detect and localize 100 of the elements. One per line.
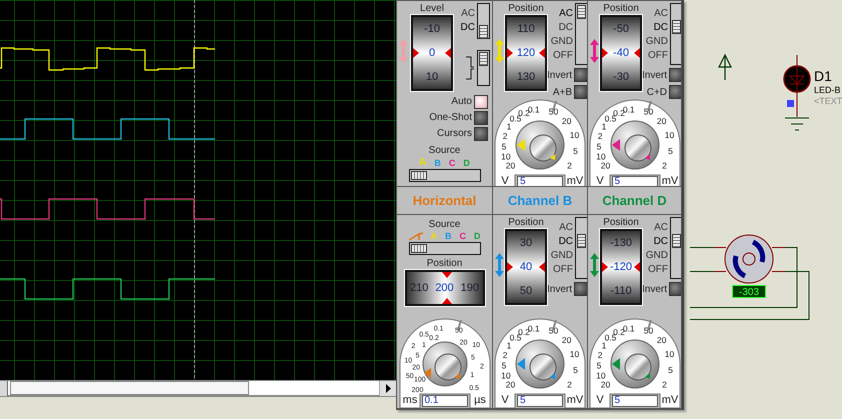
position-label: Position xyxy=(508,217,544,229)
toggle-button[interactable] xyxy=(574,85,587,99)
position-drum[interactable]: -130 -120 -110 xyxy=(600,229,642,305)
coupling-label: OFF xyxy=(648,264,668,275)
coupling-switch[interactable] xyxy=(575,217,587,279)
button-label: Invert xyxy=(642,284,668,294)
value-field[interactable]: 5 xyxy=(517,176,563,186)
coupling-switch[interactable] xyxy=(670,217,681,279)
dial-scale-label: 10 xyxy=(570,130,580,140)
marker-icon xyxy=(413,48,419,58)
toggle-button[interactable] xyxy=(574,282,587,296)
source-label: Source xyxy=(428,219,460,231)
dial-scale-label: 0.5 xyxy=(510,114,522,124)
marker-icon xyxy=(539,262,545,272)
position-drum[interactable]: -50 -40 -30 xyxy=(600,15,642,91)
dial-scale-label: 2 xyxy=(662,380,666,390)
coupling-label: AC xyxy=(559,8,574,19)
switch-thumb[interactable] xyxy=(672,20,681,34)
source-option: C xyxy=(448,158,456,168)
scroll-left-button[interactable] xyxy=(0,380,8,396)
dial-scale-label: 10 xyxy=(501,370,511,380)
toggle-button[interactable] xyxy=(669,68,681,82)
scrollbar-thumb[interactable] xyxy=(10,381,249,395)
scroll-right-button[interactable] xyxy=(379,380,396,396)
dial-scale-label: 10 xyxy=(501,151,511,162)
drum-scale-label: -40 xyxy=(613,47,629,59)
drum-scale-label: 130 xyxy=(516,71,536,83)
slider-thumb[interactable] xyxy=(410,244,426,253)
toggle-button[interactable] xyxy=(474,110,488,124)
position-label: Position xyxy=(603,3,639,15)
marker-icon xyxy=(442,298,452,304)
dial-scale-label: 10 xyxy=(664,130,674,140)
toggle-button[interactable] xyxy=(474,126,488,140)
source-option: C xyxy=(460,231,466,241)
position-drum[interactable]: 210 200 190 xyxy=(404,270,484,306)
button-label: Invert xyxy=(547,70,572,80)
drum-scale-label: -30 xyxy=(613,71,629,83)
coupling-switch[interactable] xyxy=(575,3,587,65)
drum-scale-label: 120 xyxy=(516,47,536,59)
dial-scale-label: 1 xyxy=(506,122,512,132)
unit-label: mV xyxy=(661,394,678,406)
marker-icon xyxy=(445,48,451,58)
slider-thumb[interactable] xyxy=(410,171,426,180)
drum-scale-label: 110 xyxy=(517,23,535,35)
dial-scale-label: 5 xyxy=(573,146,578,156)
toggle-button[interactable] xyxy=(669,282,681,296)
coupling-label: DC xyxy=(558,236,574,247)
dial-scale-label: 5 xyxy=(596,360,601,370)
button-label: One-Shot xyxy=(429,112,472,123)
led-symbol[interactable] xyxy=(783,65,811,93)
level-drum[interactable]: -10 0 10 xyxy=(411,15,453,91)
source-slider[interactable] xyxy=(408,169,480,182)
section-title: Channel B xyxy=(493,187,587,215)
value-field[interactable]: 0.1 xyxy=(422,395,468,407)
edge-switch[interactable] xyxy=(477,50,490,86)
marker-icon xyxy=(634,48,640,58)
motor-symbol[interactable] xyxy=(714,234,786,284)
drum-scale-label: 40 xyxy=(520,261,532,273)
dial-scale-label: 5 xyxy=(596,141,601,152)
toggle-button[interactable] xyxy=(669,85,681,99)
unit-label: V xyxy=(596,175,604,186)
button-label: Invert xyxy=(547,284,572,294)
switch-thumb[interactable] xyxy=(479,52,488,66)
knob[interactable] xyxy=(610,340,659,388)
toggle-button[interactable] xyxy=(474,94,488,108)
dial-scale-label: 5 xyxy=(573,364,578,375)
value-field[interactable]: 5 xyxy=(612,395,658,407)
coupling-switch[interactable] xyxy=(670,3,681,65)
dial-scale-label: 0.1 xyxy=(528,104,540,115)
coupling-label: OFF xyxy=(553,264,574,275)
drum-scale-label: -10 xyxy=(424,23,440,35)
double-arrow-icon xyxy=(495,39,504,63)
value-field[interactable]: 5 xyxy=(517,395,563,407)
dial-scale-label: 2 xyxy=(597,350,602,360)
coupling-switch[interactable] xyxy=(477,3,490,39)
dial-scale-label: 20 xyxy=(600,380,610,390)
switch-thumb[interactable] xyxy=(672,234,681,248)
position-drum[interactable]: 30 40 50 xyxy=(505,229,547,305)
source-slider[interactable] xyxy=(408,242,480,255)
drum-scale-label: -130 xyxy=(610,237,632,249)
coupling-label: GND xyxy=(550,36,574,47)
dial-scale-label: 20 xyxy=(506,160,516,171)
horizontal-scrollbar[interactable] xyxy=(0,380,396,397)
position-drum[interactable]: 110 120 130 xyxy=(505,15,547,91)
toggle-button[interactable] xyxy=(574,68,587,82)
button-label: A+B xyxy=(552,86,572,98)
coupling-label: AC xyxy=(461,8,475,19)
section-title: Channel D xyxy=(588,187,681,215)
coupling-label: OFF xyxy=(648,50,668,61)
value-field[interactable]: 5 xyxy=(612,176,658,186)
dial-scale-label: 20 xyxy=(506,380,516,390)
dial-scale-label: 1 xyxy=(601,122,606,132)
dial-scale-label: 5 xyxy=(668,146,672,156)
drum-scale-label: 30 xyxy=(520,237,532,249)
drum-scale-label: 190 xyxy=(460,282,479,294)
knob[interactable] xyxy=(610,120,659,170)
switch-thumb[interactable] xyxy=(577,234,586,248)
dial-scale-label: 10 xyxy=(596,370,606,380)
switch-thumb[interactable] xyxy=(577,5,586,19)
switch-thumb[interactable] xyxy=(479,25,488,39)
